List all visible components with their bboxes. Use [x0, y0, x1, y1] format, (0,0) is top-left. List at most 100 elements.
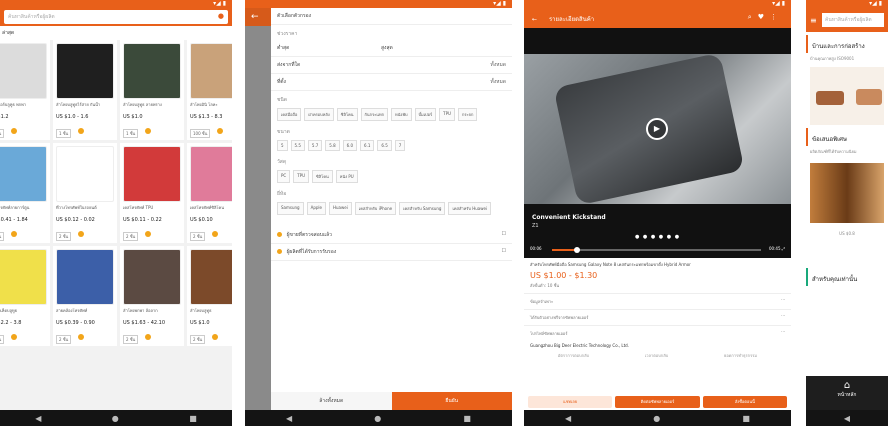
order-now-button[interactable]: สั่งซื้อตอนนี้ [702, 396, 787, 408]
filter-chip[interactable]: บั้มเปอร์ [414, 108, 437, 121]
filter-chip[interactable]: กันกระแทก [360, 108, 389, 121]
product-card[interactable]: ลำโพงบลูทูธ ลายพราง US $1.0 1 ชิ้น [120, 40, 184, 140]
filter-chip[interactable]: 6.1 [360, 140, 375, 151]
back-icon[interactable]: ◀ [844, 414, 850, 423]
product-card[interactable]: ลำโพงบลูทูธไร้สาย กันน้ำ US $1.0 - 1.6 1… [53, 40, 117, 140]
size-chips: 5 5.5 5.7 5.8 6.0 6.1 6.5 7 [271, 138, 512, 153]
home-icon[interactable]: ● [653, 414, 660, 423]
home-tab-icon[interactable]: ⌂ [806, 380, 888, 391]
certified-row[interactable]: ผู้ผลิตที่ได้รับการรับรอง ☐ [271, 244, 512, 261]
filter-chip[interactable]: 6.0 [342, 140, 358, 151]
menu-icon[interactable]: ≡ [810, 16, 822, 25]
price-min-input[interactable]: ต่ำสุด [277, 45, 289, 51]
supplier-row[interactable]: โปรไฟล์ซัพพลายเออร์ ··· [524, 325, 791, 341]
filter-chip[interactable]: PC [277, 170, 291, 183]
recents-icon[interactable]: ■ [463, 414, 471, 423]
hair-product-image[interactable] [810, 163, 884, 223]
home-icon[interactable]: ● [374, 414, 381, 423]
samples-row[interactable]: ได้รับตัวอย่างฟรีจากซัพพลายเออร์ ··· [524, 309, 791, 325]
android-nav-bar: ◀ ● ■ [524, 410, 791, 426]
filter-chip[interactable]: ฝาครอบหลัง [304, 108, 334, 121]
filter-chip[interactable]: Apple [306, 202, 326, 215]
product-card[interactable]: สายคล้องโทรศัพท์ US $0.39 - 0.90 2 ชิ้น [53, 246, 117, 346]
furniture-banner[interactable] [810, 67, 884, 125]
filter-chip[interactable]: 5.7 [307, 140, 323, 151]
home-icon[interactable]: ● [112, 414, 119, 423]
section-sub-deals: ผลิตภัณฑ์ที่ได้รับความนิยม [810, 149, 857, 154]
supplier-stat: ยอดการทำธุรกรรม [724, 353, 758, 358]
filter-chip[interactable]: ซิลิโคน [336, 108, 358, 121]
filter-chip[interactable]: 5.5 [290, 140, 305, 151]
filter-chip[interactable]: เคสสำหรับ Huawei [448, 202, 492, 215]
price-max-input[interactable]: สูงสุด [381, 45, 393, 51]
filter-chip[interactable]: กระจก [457, 108, 478, 121]
gold-supplier-icon [78, 333, 85, 340]
product-card[interactable]: ลำโพงเห็ดบลูทูธ US $2.2 - 3.8 1 ชิ้น [0, 246, 50, 346]
location-row[interactable]: ที่ตั้ง ทั้งหมด [271, 74, 512, 91]
search-placeholder: ค้นหาสินค้าหรือผู้ผลิต [8, 14, 55, 20]
search-input[interactable]: ค้นหาสินค้าหรือผู้ผลิต ● [4, 10, 228, 24]
home-tab-label[interactable]: หน้าหลัก [838, 392, 857, 398]
heart-icon[interactable]: ♥ [758, 13, 770, 21]
back-arrow-icon[interactable]: ← [532, 16, 537, 23]
product-card[interactable]: ลำโพงพกพา ล้อลาก US $1.63 - 42.10 2 ชิ้น [120, 246, 184, 346]
back-icon[interactable]: ◀ [286, 414, 292, 423]
chat-button[interactable]: แชทเลย [528, 396, 613, 408]
filter-chip[interactable]: TPU [439, 108, 455, 121]
filter-chip[interactable]: หนัง PU [335, 170, 358, 183]
recents-icon[interactable]: ■ [189, 414, 197, 423]
apply-button[interactable]: ยืนยัน [391, 392, 512, 410]
gold-supplier-icon [11, 333, 18, 340]
moq-tag: 2 ชิ้น [123, 232, 139, 241]
more-icon: ··· [781, 297, 785, 302]
checkbox-icon[interactable]: ☐ [502, 248, 506, 254]
seekbar-knob[interactable] [574, 247, 581, 253]
video-seekbar[interactable] [552, 247, 761, 253]
search-input[interactable]: ค้นหาสินค้าหรือผู้ผลิต [822, 13, 884, 27]
play-icon[interactable]: ▶ [646, 118, 668, 140]
panel-product-list: ▾◢ ▮ ค้นหาสินค้าหรือผู้ผลิต ● ล่าสุด สปี… [0, 0, 232, 426]
product-video[interactable]: ▶ Convenient Kickstand Z1 ● ● ● ● ● ● 00… [524, 28, 791, 258]
supplier-label: โปรไฟล์ซัพพลายเออร์ [530, 331, 568, 336]
product-card[interactable]: สปีกเกอร์บลูทูธ พกพา US $1.2 1 ชิ้น [0, 40, 50, 140]
shipping-row[interactable]: ส่งจากที่ใด ทั้งหมด [271, 57, 512, 74]
filter-chip[interactable]: เคสสำหรับ Samsung [399, 202, 446, 215]
more-icon: ··· [781, 329, 785, 334]
filter-chip[interactable]: 6.5 [377, 140, 392, 151]
product-card[interactable]: ที่วางโทรศัพท์ในรถยนต์ US $0.12 - 0.02 2… [53, 143, 117, 243]
filter-chip[interactable]: 7 [394, 140, 406, 151]
product-title: ลำโพงบลูทูธไร้สาย กันน้ำ [56, 102, 101, 107]
microphone-icon[interactable]: ● [218, 12, 224, 20]
dimmed-background[interactable]: ← [245, 8, 271, 410]
filter-chip[interactable]: เคสมือถือ [277, 108, 302, 121]
product-card[interactable]: ลำโพงบลูทูธ US $1.0 2 ชิ้น [187, 246, 232, 346]
fullscreen-icon[interactable]: ⤢ [782, 246, 785, 251]
filter-chip[interactable]: 5 [277, 140, 288, 151]
search-icon[interactable]: ⌕ [748, 13, 758, 21]
checkbox-icon[interactable]: ☐ [502, 231, 506, 237]
back-icon[interactable]: ◀ [35, 414, 41, 423]
back-arrow-icon[interactable]: ← [245, 8, 271, 26]
filter-chip[interactable]: Samsung [277, 202, 304, 215]
verified-seller-row[interactable]: ผู้ขายที่ตรวจสอบแล้ว ☐ [271, 227, 512, 244]
product-card[interactable]: เคสโทรศัพท์ TPU US $0.11 - 0.22 2 ชิ้น [120, 143, 184, 243]
filter-chip[interactable]: ซิลิโคน [312, 170, 333, 183]
product-card[interactable]: เคสโทรศัพท์ซิลิโคน US $0.10 2 ชิ้น [187, 143, 232, 243]
spec-row[interactable]: ข้อมูลจำเพาะ ··· [524, 293, 791, 309]
supplier-name[interactable]: Guangzhou Big Deer Electric Technology C… [524, 341, 791, 350]
type-chips: เคสมือถือ ฝาครอบหลัง ซิลิโคน กันกระแทก หนังพ… [271, 106, 512, 123]
contact-supplier-button[interactable]: ติดต่อซัพพลายเออร์ [615, 396, 700, 408]
reset-button[interactable]: ล้างทั้งหมด [271, 392, 392, 410]
back-icon[interactable]: ◀ [565, 414, 571, 423]
filter-chip[interactable]: TPU [293, 170, 310, 183]
filter-chip[interactable]: หนังพับ [391, 108, 412, 121]
product-card[interactable]: เคสโทรศัพท์ลายการ์ตูน US $0.41 - 1.84 2 … [0, 143, 50, 243]
filter-chip[interactable]: 5.8 [325, 140, 340, 151]
product-card[interactable]: ลำโพงมินิ โลหะ US $1.3 - 8.3 100 ชิ้น [187, 40, 232, 140]
product-image [123, 249, 181, 305]
filter-chip[interactable]: Huawei [328, 202, 352, 215]
recents-icon[interactable]: ■ [742, 414, 750, 423]
filter-chip[interactable]: เคสสำหรับ iPhone [354, 202, 397, 215]
more-icon[interactable]: ⋮ [770, 13, 783, 21]
shipping-value: ทั้งหมด [490, 62, 506, 68]
